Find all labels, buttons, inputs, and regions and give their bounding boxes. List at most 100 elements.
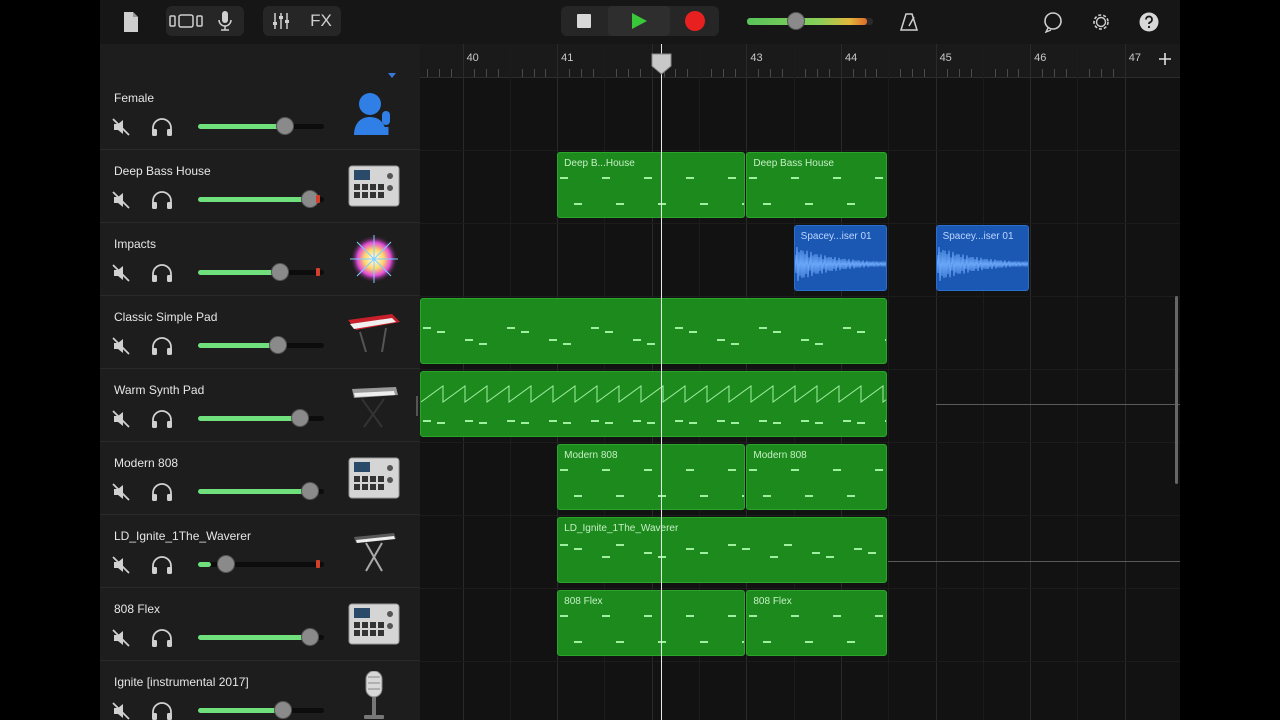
solo-button[interactable] [150, 117, 174, 137]
master-volume-slider[interactable] [747, 12, 873, 30]
solo-button[interactable] [150, 190, 174, 210]
solo-button[interactable] [150, 336, 174, 356]
midi-region[interactable]: Deep Bass House [746, 152, 888, 218]
track-volume-knob[interactable] [217, 555, 236, 573]
fx-button[interactable]: FX [304, 8, 338, 34]
track-volume-knob[interactable] [300, 628, 319, 646]
mute-button[interactable] [111, 336, 131, 356]
settings-button[interactable] [1088, 8, 1114, 36]
bar-number-label: 44 [844, 52, 858, 64]
keyboard-stand-icon[interactable] [346, 525, 402, 577]
level-meter-indicator [316, 268, 320, 276]
track-volume-slider[interactable] [198, 555, 324, 573]
tracks-timeline[interactable]: 4041424344454647 Deep B...HouseDeep Bass… [420, 44, 1180, 720]
track-volume-knob[interactable] [273, 701, 292, 719]
track-header[interactable]: Classic Simple Pad [100, 296, 420, 369]
track-volume-slider[interactable] [198, 190, 324, 208]
ruler-tick [911, 69, 913, 77]
track-header[interactable]: 808 Flex [100, 588, 420, 661]
mute-button[interactable] [111, 555, 131, 575]
solo-button[interactable] [150, 628, 174, 648]
record-button[interactable] [674, 6, 716, 36]
track-headers-panel: Female Deep Bass House Impacts Classic Simp… [100, 44, 420, 720]
solo-button[interactable] [150, 555, 174, 575]
mute-button[interactable] [111, 628, 131, 648]
red-keyboard-icon[interactable] [346, 306, 402, 358]
ruler-tick [675, 69, 677, 77]
metronome-button[interactable] [896, 8, 922, 36]
track-volume-slider[interactable] [198, 117, 324, 135]
synth-stand-icon[interactable] [346, 379, 402, 431]
track-volume-slider[interactable] [198, 409, 324, 427]
track-lane[interactable] [420, 662, 1180, 720]
add-section-button[interactable] [1156, 52, 1174, 70]
track-volume-knob[interactable] [269, 336, 288, 354]
ruler-tick [1101, 69, 1103, 77]
headphones-icon [152, 264, 172, 282]
track-volume-slider[interactable] [198, 701, 324, 719]
midi-region[interactable]: Modern 808 [746, 444, 888, 510]
master-volume-knob[interactable] [787, 12, 805, 30]
midi-region[interactable]: 808 Flex [557, 590, 746, 656]
track-header[interactable]: Warm Synth Pad [100, 369, 420, 442]
stop-icon [577, 14, 591, 28]
loop-icon [1044, 12, 1062, 33]
track-volume-slider[interactable] [198, 482, 324, 500]
female-vocal-icon[interactable] [346, 87, 402, 139]
track-volume-knob[interactable] [300, 482, 319, 500]
audio-region[interactable]: Spacey...iser 01 [935, 225, 1030, 291]
track-volume-knob[interactable] [290, 409, 309, 427]
microphone-icon[interactable] [346, 670, 402, 720]
speaker-muted-icon [112, 702, 130, 720]
mute-button[interactable] [111, 263, 131, 283]
track-header[interactable]: Deep Bass House [100, 150, 420, 223]
solo-button[interactable] [150, 263, 174, 283]
beat-sequencer-icon[interactable] [346, 598, 402, 650]
my-songs-button[interactable] [118, 8, 144, 36]
mute-button[interactable] [111, 701, 131, 720]
input-mic-button[interactable] [212, 8, 238, 34]
ruler-tick [568, 69, 570, 77]
help-button[interactable] [1136, 8, 1162, 36]
beat-sequencer-icon[interactable] [346, 452, 402, 504]
mute-button[interactable] [111, 409, 131, 429]
ruler-tick [876, 69, 878, 77]
solo-button[interactable] [150, 701, 174, 720]
timeline-vertical-scrollbar[interactable] [1175, 296, 1178, 484]
track-volume-slider[interactable] [198, 263, 324, 281]
solo-button[interactable] [150, 482, 174, 502]
track-volume-knob[interactable] [275, 117, 294, 135]
mute-button[interactable] [111, 482, 131, 502]
track-volume-slider[interactable] [198, 628, 324, 646]
track-header[interactable]: Ignite [instrumental 2017] [100, 661, 420, 720]
track-lane[interactable] [420, 78, 1180, 151]
track-volume-slider[interactable] [198, 336, 324, 354]
loop-browser-button[interactable] [1040, 8, 1066, 36]
mixer-button[interactable] [268, 8, 294, 34]
playhead-line[interactable] [661, 44, 663, 720]
playhead-handle-icon[interactable] [651, 53, 672, 75]
audio-region[interactable]: Spacey...iser 01 [793, 225, 888, 291]
track-header[interactable]: Impacts [100, 223, 420, 296]
track-header[interactable]: LD_Ignite_1The_Waverer [100, 515, 420, 588]
bar-ruler[interactable]: 4041424344454647 [420, 44, 1180, 78]
track-header[interactable]: Modern 808 [100, 442, 420, 515]
midi-region[interactable]: Modern 808 [557, 444, 746, 510]
plus-icon [1159, 53, 1171, 65]
stop-button[interactable] [562, 6, 606, 36]
sparkle-icon[interactable] [346, 233, 402, 285]
track-header[interactable]: Female [100, 77, 420, 150]
track-volume-knob[interactable] [271, 263, 290, 281]
midi-region[interactable]: 808 Flex [746, 590, 888, 656]
mute-button[interactable] [111, 117, 131, 137]
browser-view-button[interactable] [168, 8, 204, 34]
solo-button[interactable] [150, 409, 174, 429]
beat-sequencer-icon[interactable] [346, 160, 402, 212]
mute-button[interactable] [111, 190, 131, 210]
midi-region[interactable]: Deep B...House [557, 152, 746, 218]
ruler-tick [616, 69, 618, 77]
midi-region[interactable]: LD_Ignite_1The_Waverer [557, 517, 888, 583]
midi-region[interactable] [420, 371, 888, 437]
play-button[interactable] [608, 6, 670, 36]
midi-region[interactable] [420, 298, 888, 364]
